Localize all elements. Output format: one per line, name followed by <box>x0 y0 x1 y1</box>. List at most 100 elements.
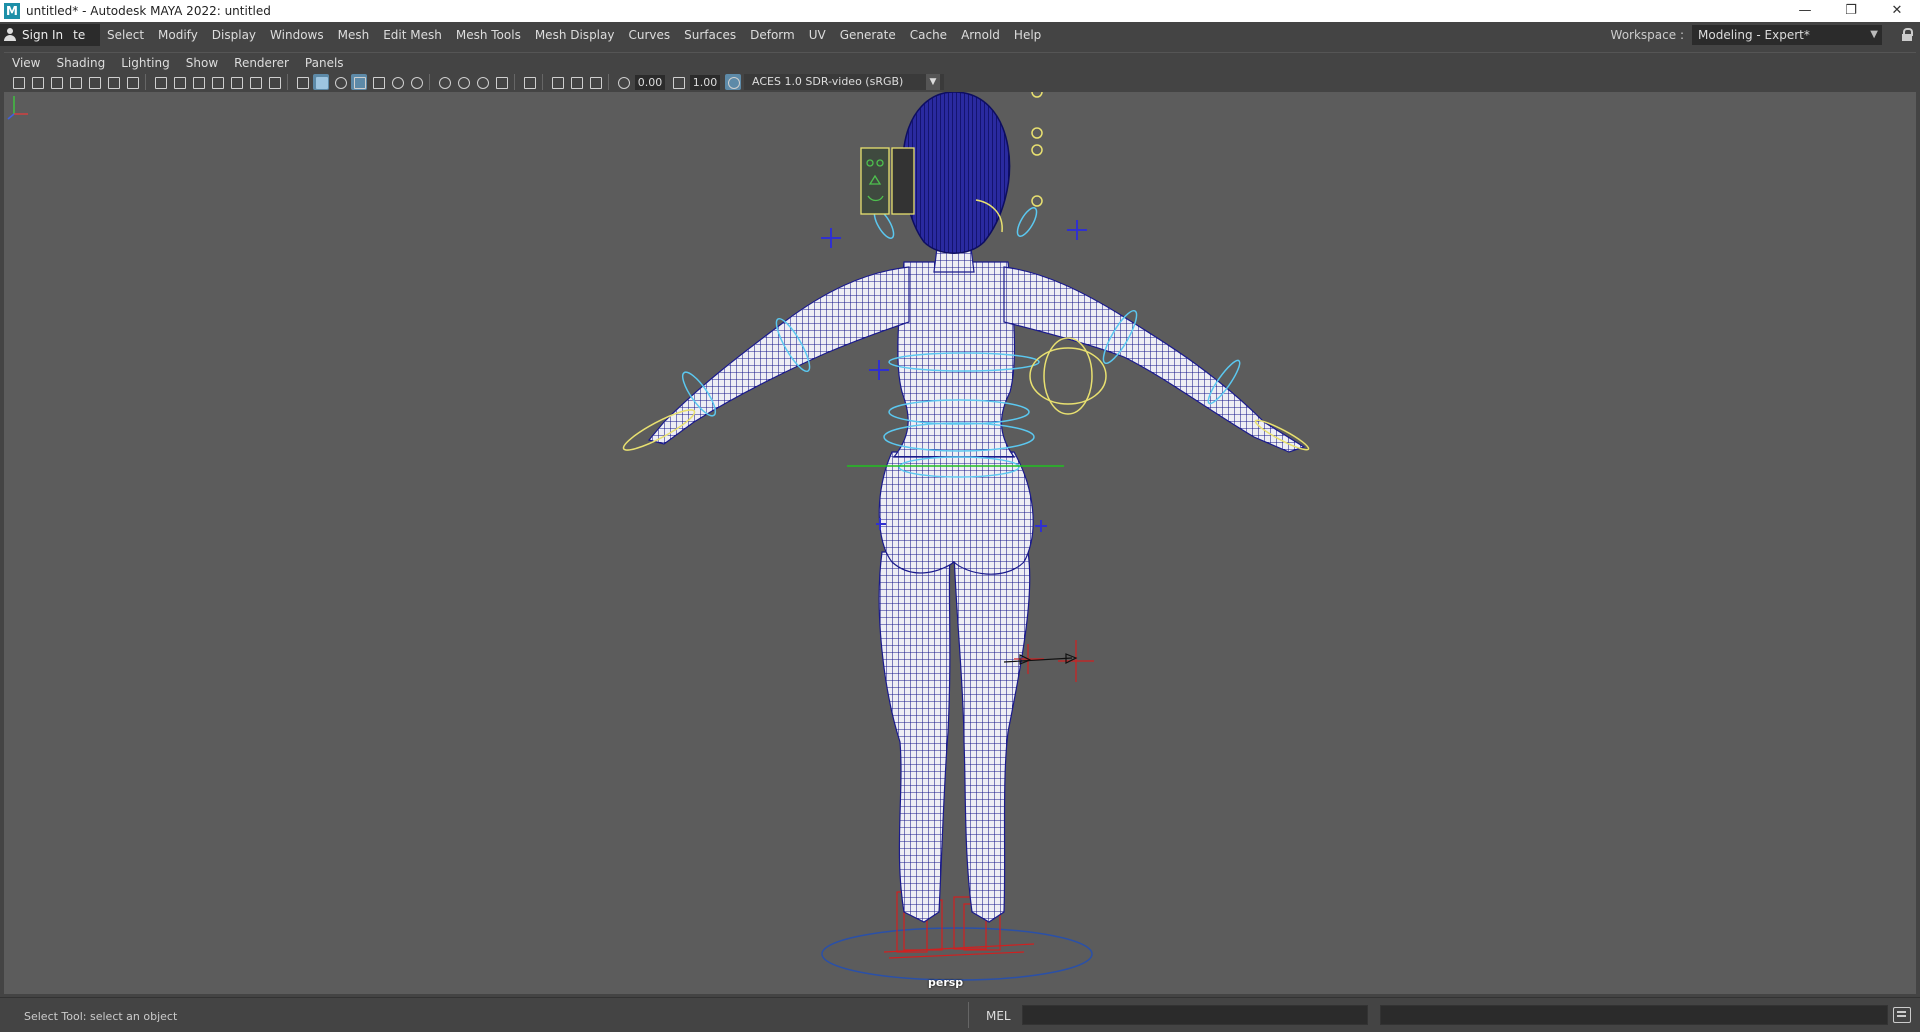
command-input[interactable] <box>1022 1005 1368 1025</box>
character-torso <box>892 261 1016 458</box>
main-menu-bar: Sign In te Select Modify Display Windows… <box>0 22 1920 47</box>
menu-help[interactable]: Help <box>1007 28 1048 42</box>
close-icon[interactable]: ✕ <box>1874 0 1920 22</box>
workspace-value: Modeling - Expert* <box>1698 28 1810 42</box>
safe-title-icon[interactable] <box>266 74 282 90</box>
panel-menu-lighting[interactable]: Lighting <box>113 56 178 70</box>
xray-icon[interactable] <box>549 74 565 90</box>
menu-curves[interactable]: Curves <box>621 28 677 42</box>
film-gate-icon[interactable] <box>171 74 187 90</box>
exposure-field[interactable]: 0.00 <box>635 74 665 90</box>
grid-icon[interactable] <box>152 74 168 90</box>
minimize-icon[interactable]: — <box>1782 0 1828 22</box>
resolution-gate-icon[interactable] <box>190 74 206 90</box>
window-controls: — ❐ ✕ <box>1782 0 1920 22</box>
gamma-icon[interactable] <box>670 74 686 90</box>
menu-partial[interactable]: te <box>73 28 85 42</box>
help-line: Select Tool: select an object <box>24 1010 178 1023</box>
image-plane-icon[interactable] <box>67 74 83 90</box>
view-transform-icon[interactable] <box>724 74 741 90</box>
sketch-icon[interactable] <box>124 74 140 90</box>
panel-menu-view[interactable]: View <box>4 56 48 70</box>
color-space-value: ACES 1.0 SDR-video (sRGB) <box>752 75 904 88</box>
two-d-pan-zoom-icon[interactable] <box>105 74 121 90</box>
xray-joints-icon[interactable] <box>568 74 584 90</box>
panel-menu-show[interactable]: Show <box>178 56 226 70</box>
user-icon <box>4 28 16 42</box>
menu-windows[interactable]: Windows <box>263 28 331 42</box>
command-language-toggle[interactable]: MEL <box>986 1009 1011 1023</box>
character-hair <box>902 92 1011 254</box>
restore-icon[interactable]: ❐ <box>1828 0 1874 22</box>
workspace-selector: Workspace : Modeling - Expert* ▼ <box>1611 25 1882 45</box>
chevron-down-icon: ▼ <box>1870 29 1878 40</box>
panel-menu-bar: View Shading Lighting Show Renderer Pane… <box>4 52 1916 72</box>
menu-deform[interactable]: Deform <box>743 28 802 42</box>
motion-blur-icon[interactable] <box>455 74 471 90</box>
menu-edit-mesh[interactable]: Edit Mesh <box>376 28 449 42</box>
menu-display[interactable]: Display <box>205 28 263 42</box>
persp-viewport[interactable]: persp <box>4 92 1916 994</box>
color-space-dropdown[interactable]: ACES 1.0 SDR-video (sRGB) ▼ <box>744 74 944 90</box>
default-material-icon[interactable] <box>332 74 348 90</box>
workspace-label: Workspace : <box>1610 28 1684 42</box>
script-editor-icon[interactable] <box>1893 1007 1911 1023</box>
panel-menu-renderer[interactable]: Renderer <box>226 56 297 70</box>
menu-modify[interactable]: Modify <box>151 28 205 42</box>
menu-generate[interactable]: Generate <box>833 28 903 42</box>
field-chart-icon[interactable] <box>228 74 244 90</box>
camera-attributes-icon[interactable] <box>29 74 45 90</box>
menu-mesh[interactable]: Mesh <box>331 28 377 42</box>
menu-arnold[interactable]: Arnold <box>954 28 1007 42</box>
axis-orientation-icon <box>7 96 28 120</box>
maya-logo-icon: M <box>4 3 20 19</box>
lock-icon[interactable] <box>1902 28 1913 41</box>
chevron-down-icon: ▼ <box>926 74 940 90</box>
camera-name-label: persp <box>928 976 964 989</box>
scene-canvas[interactable] <box>4 92 1916 994</box>
workspace-dropdown[interactable]: Modeling - Expert* ▼ <box>1692 25 1882 45</box>
character-right-leg <box>953 551 1031 923</box>
toolbar-divider <box>287 74 288 90</box>
sign-in-label: Sign In <box>22 28 64 42</box>
toolbar-divider <box>429 74 430 90</box>
toolbar-divider <box>514 74 515 90</box>
smooth-shade-icon[interactable] <box>312 74 329 90</box>
help-and-command-line: Select Tool: select an object MEL <box>0 997 1920 1032</box>
facial-control-panel <box>860 147 915 215</box>
character-left-arm <box>647 266 910 445</box>
menu-surfaces[interactable]: Surfaces <box>677 28 743 42</box>
screen-space-ao-icon[interactable] <box>436 74 452 90</box>
menu-mesh-tools[interactable]: Mesh Tools <box>449 28 528 42</box>
sign-in-button[interactable]: Sign In te <box>0 24 100 46</box>
menu-mesh-display[interactable]: Mesh Display <box>528 28 622 42</box>
menu-uv[interactable]: UV <box>802 28 833 42</box>
wireframe-icon[interactable] <box>294 74 310 90</box>
maya-window: M untitled* - Autodesk MAYA 2022: untitl… <box>0 0 1920 1032</box>
toolbar-divider <box>145 74 146 90</box>
grease-pencil-icon[interactable] <box>86 74 102 90</box>
panel-toolbar: 0.00 1.00 ACES 1.0 SDR-video (sRGB) ▼ <box>4 72 1916 92</box>
anti-aliasing-icon[interactable] <box>474 74 490 90</box>
depth-of-field-icon[interactable] <box>493 74 509 90</box>
gamma-field[interactable]: 1.00 <box>690 74 720 90</box>
gate-mask-icon[interactable] <box>209 74 225 90</box>
safe-action-icon[interactable] <box>247 74 263 90</box>
character-left-leg <box>878 551 951 923</box>
menu-cache[interactable]: Cache <box>903 28 954 42</box>
xray-components-icon[interactable] <box>587 74 603 90</box>
panel-menu-shading[interactable]: Shading <box>48 56 113 70</box>
textured-icon[interactable] <box>370 74 386 90</box>
ground-control-ring <box>821 927 1093 981</box>
wireframe-on-shaded-icon[interactable] <box>350 74 367 90</box>
window-title: untitled* - Autodesk MAYA 2022: untitled <box>26 4 271 18</box>
exposure-icon[interactable] <box>615 74 631 90</box>
isolate-select-icon[interactable] <box>521 74 537 90</box>
shadows-icon[interactable] <box>408 74 424 90</box>
use-all-lights-icon[interactable] <box>389 74 405 90</box>
panel-menu-panels[interactable]: Panels <box>297 56 352 70</box>
menu-select[interactable]: Select <box>100 28 151 42</box>
toolbar-divider <box>608 74 609 90</box>
bookmarks-icon[interactable] <box>48 74 64 90</box>
select-camera-icon[interactable] <box>10 74 26 90</box>
